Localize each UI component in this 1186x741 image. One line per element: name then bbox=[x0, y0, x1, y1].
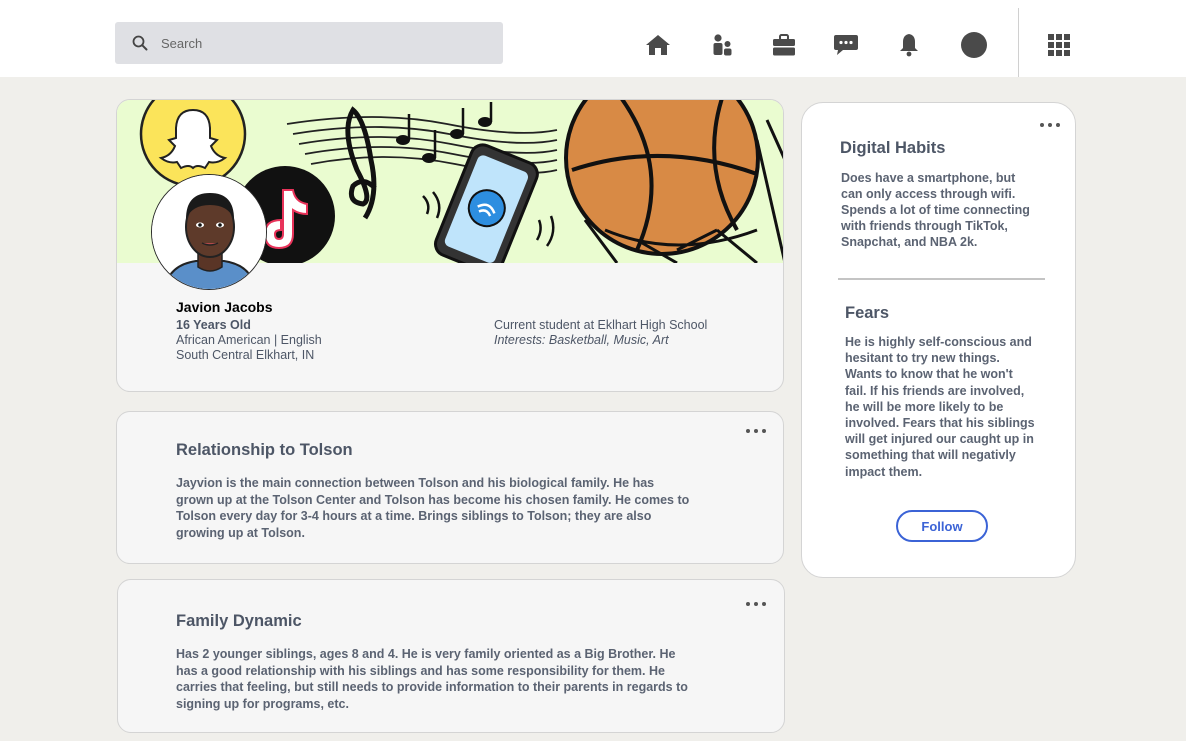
profile-location: South Central Elkhart, IN bbox=[176, 348, 315, 362]
top-navigation-bar bbox=[0, 0, 1186, 77]
home-icon[interactable] bbox=[643, 30, 673, 60]
profile-icon[interactable] bbox=[959, 30, 989, 60]
digital-habits-title: Digital Habits bbox=[840, 139, 946, 157]
digital-habits-line: Does have a smartphone, but bbox=[841, 171, 1016, 185]
relationship-line: growing up at Tolson. bbox=[176, 525, 305, 540]
fears-title: Fears bbox=[845, 304, 890, 322]
side-info-card: Digital Habits Does have a smartphone, b… bbox=[801, 102, 1076, 578]
family-line: carries that feeling, but still needs to… bbox=[176, 680, 688, 694]
family-line: Has 2 younger siblings, ages 8 and 4. He… bbox=[176, 647, 676, 661]
relationship-line: Jayvion is the main connection between T… bbox=[176, 476, 655, 490]
profile-name: Javion Jacobs bbox=[176, 299, 273, 315]
fears-line: will get injured our caught up in bbox=[845, 432, 1034, 447]
family-more-options-icon[interactable] bbox=[746, 600, 766, 608]
digital-habits-line: Spends a lot of time connecting bbox=[841, 203, 1030, 217]
fears-line: something that will negativly bbox=[845, 448, 1016, 463]
avatar[interactable] bbox=[151, 174, 267, 290]
profile-card: Javion Jacobs 16 Years Old African Ameri… bbox=[116, 99, 784, 392]
digital-habits-body: Does have a smartphone, but can only acc… bbox=[841, 170, 1030, 250]
family-dynamic-body: Has 2 younger siblings, ages 8 and 4. He… bbox=[176, 646, 688, 712]
fears-line: impact them. bbox=[845, 464, 923, 479]
section-divider bbox=[838, 278, 1045, 280]
people-icon[interactable] bbox=[707, 30, 737, 60]
digital-habits-line: with friends through TikTok, bbox=[841, 219, 1008, 233]
digital-habits-line: can only access through wifi. bbox=[841, 187, 1016, 201]
search-icon bbox=[132, 35, 148, 51]
fears-line: hesitant to try new things. bbox=[845, 351, 1000, 366]
fears-body: He is highly self-conscious and hesitant… bbox=[845, 334, 1035, 480]
follow-button[interactable]: Follow bbox=[896, 510, 988, 542]
relationship-line: Tolson every day for 3-4 hours at a time… bbox=[176, 509, 652, 523]
chat-icon[interactable] bbox=[831, 30, 861, 60]
family-dynamic-card: Family Dynamic Has 2 younger siblings, a… bbox=[117, 579, 785, 733]
relationship-more-options-icon[interactable] bbox=[746, 427, 766, 435]
family-dynamic-title: Family Dynamic bbox=[176, 612, 302, 630]
fears-line: he will be more likely to be bbox=[845, 399, 1004, 414]
apps-grid-icon[interactable] bbox=[1044, 30, 1074, 60]
search-bar[interactable] bbox=[115, 22, 503, 64]
digital-habits-line: Snapchat, and NBA 2k. bbox=[841, 235, 978, 249]
profile-school: Current student at Eklhart High School bbox=[494, 318, 708, 332]
fears-line: Wants to know that he won't bbox=[845, 367, 1013, 382]
bell-icon[interactable] bbox=[894, 30, 924, 60]
nav-divider bbox=[1018, 8, 1019, 77]
relationship-body: Jayvion is the main connection between T… bbox=[176, 475, 689, 541]
relationship-card: Relationship to Tolson Jayvion is the ma… bbox=[116, 411, 784, 564]
avatar-portrait-illustration bbox=[152, 175, 266, 289]
family-line: has a good relationship with his sibling… bbox=[176, 663, 665, 678]
profile-ethnicity-language: African American | English bbox=[176, 333, 322, 347]
relationship-title: Relationship to Tolson bbox=[176, 441, 353, 459]
search-input[interactable] bbox=[161, 32, 481, 54]
fears-line: He is highly self-conscious and bbox=[845, 335, 1032, 349]
profile-age: 16 Years Old bbox=[176, 318, 251, 332]
fears-line: fail. If his friends are involved, bbox=[845, 383, 1025, 398]
family-line: signing up for programs, etc. bbox=[176, 696, 349, 711]
briefcase-icon[interactable] bbox=[769, 30, 799, 60]
profile-interests: Interests: Basketball, Music, Art bbox=[494, 333, 669, 347]
fears-line: involved. Fears that his siblings bbox=[845, 416, 1035, 431]
side-more-options-icon[interactable] bbox=[1040, 121, 1060, 129]
relationship-line: grown up at the Tolson Center and Tolson… bbox=[176, 492, 690, 507]
